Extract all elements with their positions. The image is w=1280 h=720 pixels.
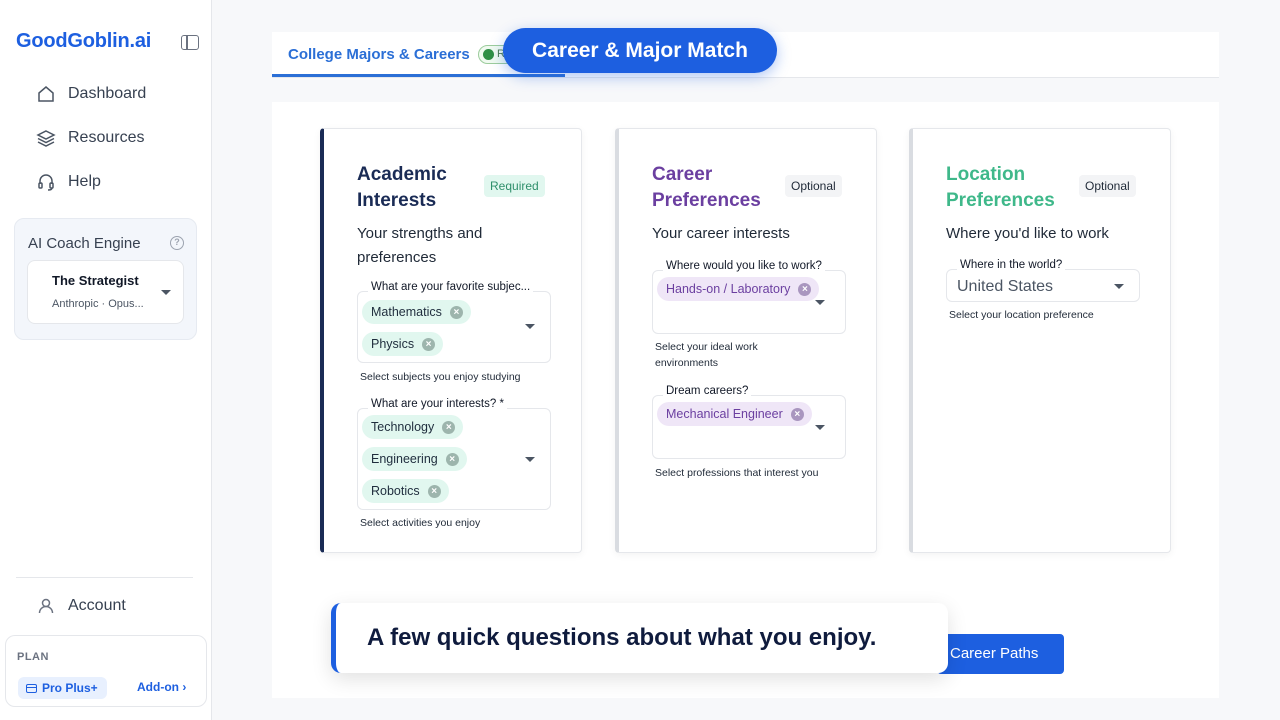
card-subtitle: Where you'd like to work — [946, 225, 1109, 242]
chip-technology[interactable]: Technology × — [362, 415, 464, 439]
field-help: Select professions that interest you — [655, 467, 819, 479]
help-icon[interactable]: ? — [170, 236, 184, 250]
optional-badge: Optional — [785, 175, 842, 197]
remove-icon[interactable]: × — [445, 452, 459, 466]
ai-coach-panel: AI Coach Engine ? The Strategist Anthrop… — [14, 218, 197, 340]
chevron-down-icon[interactable] — [815, 300, 825, 305]
remove-icon[interactable]: × — [449, 305, 463, 319]
remove-icon[interactable]: × — [798, 282, 812, 296]
chevron-down-icon — [161, 290, 171, 295]
addon-link[interactable]: Add-on › — [137, 680, 186, 694]
chip-label: Mathematics — [371, 305, 442, 319]
plan-tier: Pro Plus+ — [42, 681, 98, 695]
career-paths-button[interactable]: Career Paths — [937, 634, 1064, 674]
card-title: Location Preferences — [946, 164, 1055, 211]
chip-mechanical-engineer[interactable]: Mechanical Engineer × — [657, 402, 812, 426]
layers-icon — [36, 130, 56, 147]
home-icon — [38, 86, 54, 102]
chip-robotics[interactable]: Robotics × — [362, 479, 449, 503]
user-icon — [38, 598, 54, 614]
chip-engineering[interactable]: Engineering × — [362, 447, 467, 471]
location-preferences-card: Location Preferences Optional Where you'… — [909, 128, 1171, 553]
tab-active-indicator — [272, 74, 565, 77]
credit-card-icon — [26, 683, 37, 693]
work-environment-multiselect[interactable]: Where would you like to work? Hands-on /… — [652, 260, 846, 334]
field-label: Where would you like to work? — [663, 260, 825, 272]
sidebar-item-label: Dashboard — [68, 85, 147, 102]
remove-icon[interactable]: × — [790, 407, 804, 421]
headset-icon — [38, 174, 54, 191]
sidebar-item-label: Resources — [68, 129, 145, 146]
select-value: United States — [957, 278, 1054, 295]
field-label: What are your interests? * — [368, 398, 507, 410]
sidebar-item-label: Account — [68, 597, 126, 614]
chip-label: Hands-on / Laboratory — [666, 282, 791, 296]
chevron-down-icon[interactable] — [815, 425, 825, 430]
subjects-multiselect[interactable]: What are your favorite subjec... Mathema… — [357, 281, 551, 363]
chevron-down-icon[interactable] — [1114, 284, 1124, 289]
chip-label: Mechanical Engineer — [666, 407, 783, 421]
chevron-down-icon[interactable] — [525, 457, 535, 462]
academic-interests-card: Academic Interests Required Your strengt… — [320, 128, 582, 553]
chip-label: Physics — [371, 337, 415, 351]
field-help: Select activities you enjoy — [360, 517, 481, 529]
chip-label: Technology — [371, 420, 435, 434]
chip-label: Robotics — [371, 484, 420, 498]
card-subtitle: Your strengths and preferences — [357, 225, 483, 266]
dream-careers-multiselect[interactable]: Dream careers? Mechanical Engineer × — [652, 385, 846, 459]
remove-icon[interactable]: × — [422, 337, 436, 351]
required-badge: Required — [484, 175, 545, 197]
coach-name: The Strategist — [52, 273, 139, 288]
remove-icon[interactable]: × — [442, 420, 456, 434]
coach-model: Anthropic · Opus... — [52, 298, 144, 310]
plan-panel: PLAN Pro Plus+ Add-on › — [5, 635, 207, 707]
card-subtitle: Your career interests — [652, 225, 790, 242]
coach-panel-title: AI Coach Engine — [28, 235, 141, 252]
sidebar: GoodGoblin.ai Dashboard Resources Help A… — [0, 0, 212, 720]
plan-label: PLAN — [17, 651, 49, 663]
sidebar-item-dashboard[interactable]: Dashboard — [36, 84, 146, 104]
field-label: Where in the world? — [957, 259, 1066, 271]
coach-select[interactable]: The Strategist Anthropic · Opus... — [27, 260, 184, 324]
brand-logo[interactable]: GoodGoblin.ai — [16, 30, 151, 53]
chip-hands-on-laboratory[interactable]: Hands-on / Laboratory × — [657, 277, 820, 301]
field-help: Select your ideal work environments — [655, 341, 758, 369]
field-label: What are your favorite subjec... — [368, 281, 534, 293]
caption-banner: A few quick questions about what you enj… — [331, 603, 948, 673]
location-select[interactable]: Where in the world? United States — [946, 259, 1140, 302]
divider — [16, 577, 193, 578]
sidebar-item-account[interactable]: Account — [36, 596, 126, 616]
field-help: Select your location preference — [949, 309, 1094, 321]
card-title: Career Preferences — [652, 164, 761, 211]
chip-physics[interactable]: Physics × — [362, 332, 444, 356]
chip-mathematics[interactable]: Mathematics × — [362, 300, 471, 324]
field-label: Dream careers? — [663, 385, 752, 397]
card-title: Academic Interests — [357, 164, 447, 211]
chip-label: Engineering — [371, 452, 438, 466]
chevron-down-icon[interactable] — [525, 324, 535, 329]
plan-badge[interactable]: Pro Plus+ — [18, 677, 107, 699]
tab-college-majors[interactable]: College Majors & Careers — [288, 46, 470, 63]
sidebar-item-resources[interactable]: Resources — [36, 128, 144, 148]
sidebar-item-label: Help — [68, 173, 101, 190]
overlay-title: Career & Major Match — [503, 28, 777, 73]
optional-badge: Optional — [1079, 175, 1136, 197]
interests-multiselect[interactable]: What are your interests? * Technology × E… — [357, 398, 551, 510]
remove-icon[interactable]: × — [427, 484, 441, 498]
sidebar-item-help[interactable]: Help — [36, 172, 101, 192]
sidebar-toggle-icon[interactable] — [181, 35, 199, 50]
field-help: Select subjects you enjoy studying — [360, 371, 521, 383]
career-preferences-card: Career Preferences Optional Your career … — [615, 128, 877, 553]
